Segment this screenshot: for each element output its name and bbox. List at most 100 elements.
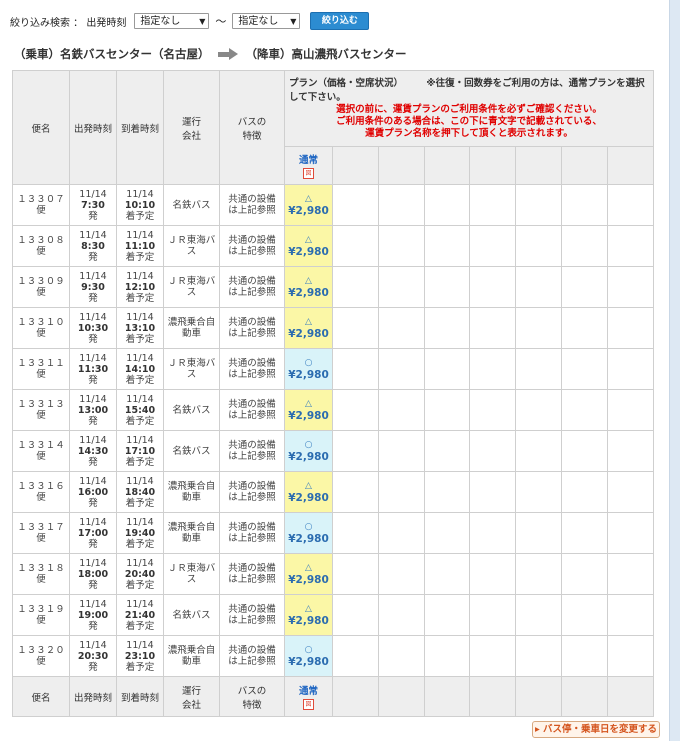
fare-price: ¥2,980 <box>288 574 329 586</box>
calendar-icon[interactable]: 図 <box>303 699 314 710</box>
plan-header-empty <box>332 146 379 185</box>
departure-date: 11/14 <box>79 188 107 200</box>
departure-suffix: 発 <box>88 497 98 509</box>
table-row: １３３１３ 便 11/14 13:00 発 11/14 15:40 着予定 名鉄バス 共通の設備は… <box>12 389 655 431</box>
empty-plan-cell <box>515 635 562 677</box>
chevron-down-icon: ▼ <box>199 17 206 26</box>
departure-time: 13:00 <box>77 404 109 416</box>
empty-plan-cell <box>424 225 470 267</box>
fare-cell[interactable]: △ ¥2,980 <box>284 225 333 267</box>
company-cell: 濃飛乗合自動車 <box>163 512 220 554</box>
alighting-stop: （降車）高山濃飛バスセンター <box>245 47 407 61</box>
empty-plan-cell <box>606 594 655 636</box>
footer-plan-empty <box>332 676 379 717</box>
empty-plan-cell <box>561 307 608 349</box>
arrival-time: 18:40 <box>124 486 156 498</box>
change-stop-date-button[interactable]: ▸ バス停・乗車日を変更する <box>532 721 660 738</box>
arrival-suffix: 着予定 <box>125 538 155 550</box>
departure-cell: 11/14 17:00 発 <box>69 512 117 554</box>
fare-cell[interactable]: △ ¥2,980 <box>284 471 333 513</box>
bin-cell: １３３１３ 便 <box>12 389 70 431</box>
arrival-date: 11/14 <box>126 393 154 405</box>
table-row: １３３０９ 便 11/14 9:30 発 11/14 12:10 着予定 ＪＲ東海バス 共通の設備… <box>12 266 655 308</box>
fare-cell[interactable]: △ ¥2,980 <box>284 307 333 349</box>
feature-cell: 共通の設備は上記参照 <box>219 594 285 636</box>
footer-company-line1: 運行 <box>181 685 201 697</box>
company-cell: 名鉄バス <box>163 430 220 472</box>
plan-warning-line3: 運賃プラン名称を押下して頂くと表示されます。 <box>365 128 573 139</box>
table-row: １３３１７ 便 11/14 17:00 発 11/14 19:40 着予定 濃飛乗合自動車 共通の… <box>12 512 655 554</box>
empty-plan-cell <box>606 471 655 513</box>
arrow-right-icon <box>217 48 238 60</box>
fare-cell[interactable]: ○ ¥2,980 <box>284 348 333 390</box>
arrival-suffix: 着予定 <box>125 333 155 345</box>
header-plan: プラン（価格・空席状況） ※往復・回数券をご利用の方は、通常プランを選択して下さ… <box>283 70 655 147</box>
plan-title: プラン（価格・空席状況） <box>289 78 404 89</box>
fare-cell[interactable]: △ ¥2,980 <box>284 553 333 595</box>
route-heading: （乗車）名鉄バスセンター（名古屋） （降車）高山濃飛バスセンター <box>14 46 407 62</box>
departure-cell: 11/14 16:00 発 <box>69 471 117 513</box>
departure-date: 11/14 <box>79 434 107 446</box>
scrollbar[interactable] <box>669 0 680 741</box>
empty-plan-cell <box>378 225 425 267</box>
empty-plan-cell <box>424 389 470 431</box>
chevron-down-icon: ▼ <box>290 17 297 26</box>
bin-suffix: 便 <box>36 615 46 626</box>
bin-suffix: 便 <box>36 656 46 667</box>
departure-to-select[interactable]: 指定なし ▼ <box>232 13 301 29</box>
empty-plan-cell <box>424 553 470 595</box>
range-tilde: ～ <box>215 15 227 28</box>
empty-plan-cell <box>515 553 562 595</box>
empty-plan-cell <box>606 512 655 554</box>
plan-normal-link[interactable]: 通常 <box>286 152 332 166</box>
empty-plan-cell <box>378 389 425 431</box>
fare-price: ¥2,980 <box>288 369 329 381</box>
empty-plan-cell <box>469 512 516 554</box>
plan-normal-link[interactable]: 通常 <box>286 683 332 697</box>
filter-button[interactable]: 絞り込む <box>310 12 370 30</box>
seat-status: ○ <box>304 522 313 532</box>
bin-number: １３３１９ <box>17 604 65 615</box>
departure-cell: 11/14 11:30 発 <box>69 348 117 390</box>
fare-cell[interactable]: △ ¥2,980 <box>284 266 333 308</box>
fare-cell[interactable]: ○ ¥2,980 <box>284 430 333 472</box>
empty-plan-cell <box>332 225 379 267</box>
arrival-time: 21:40 <box>124 609 156 621</box>
departure-cell: 11/14 18:00 発 <box>69 553 117 595</box>
fare-cell[interactable]: △ ¥2,980 <box>284 594 333 636</box>
departure-time: 7:30 <box>81 199 105 211</box>
footer-plan-empty <box>606 676 655 717</box>
empty-plan-cell <box>332 348 379 390</box>
arrival-suffix: 着予定 <box>125 374 155 386</box>
fare-cell[interactable]: ○ ¥2,980 <box>284 512 333 554</box>
fare-cell[interactable]: △ ¥2,980 <box>284 184 333 226</box>
empty-plan-cell <box>332 266 379 308</box>
empty-plan-cell <box>561 635 608 677</box>
bin-suffix: 便 <box>36 287 46 298</box>
departure-time: 20:30 <box>77 650 109 662</box>
footer-plan-empty <box>469 676 516 717</box>
arrival-time: 15:40 <box>124 404 156 416</box>
departure-date: 11/14 <box>79 516 107 528</box>
arrival-date: 11/14 <box>126 475 154 487</box>
arrival-time: 12:10 <box>124 281 156 293</box>
bin-suffix: 便 <box>36 205 46 216</box>
fare-price: ¥2,980 <box>288 246 329 258</box>
calendar-icon[interactable]: 図 <box>303 168 314 179</box>
seat-status: △ <box>305 194 312 204</box>
empty-plan-cell <box>424 594 470 636</box>
change-stop-date-label: バス停・乗車日を変更する <box>543 724 658 735</box>
arrival-date: 11/14 <box>126 639 154 651</box>
empty-plan-cell <box>469 594 516 636</box>
fare-cell[interactable]: △ ¥2,980 <box>284 389 333 431</box>
bin-number: １３３１８ <box>17 563 65 574</box>
departure-from-select[interactable]: 指定なし ▼ <box>134 13 210 29</box>
fare-price: ¥2,980 <box>288 492 329 504</box>
bin-cell: １３３１０ 便 <box>12 307 70 349</box>
departure-time: 17:00 <box>77 527 109 539</box>
departure-suffix: 発 <box>88 538 98 550</box>
table-row: １３３１０ 便 11/14 10:30 発 11/14 13:10 着予定 濃飛乗合自動車 共通の… <box>12 307 655 349</box>
empty-plan-cell <box>332 389 379 431</box>
plan-header-empty <box>424 146 470 185</box>
fare-cell[interactable]: ○ ¥2,980 <box>284 635 333 677</box>
